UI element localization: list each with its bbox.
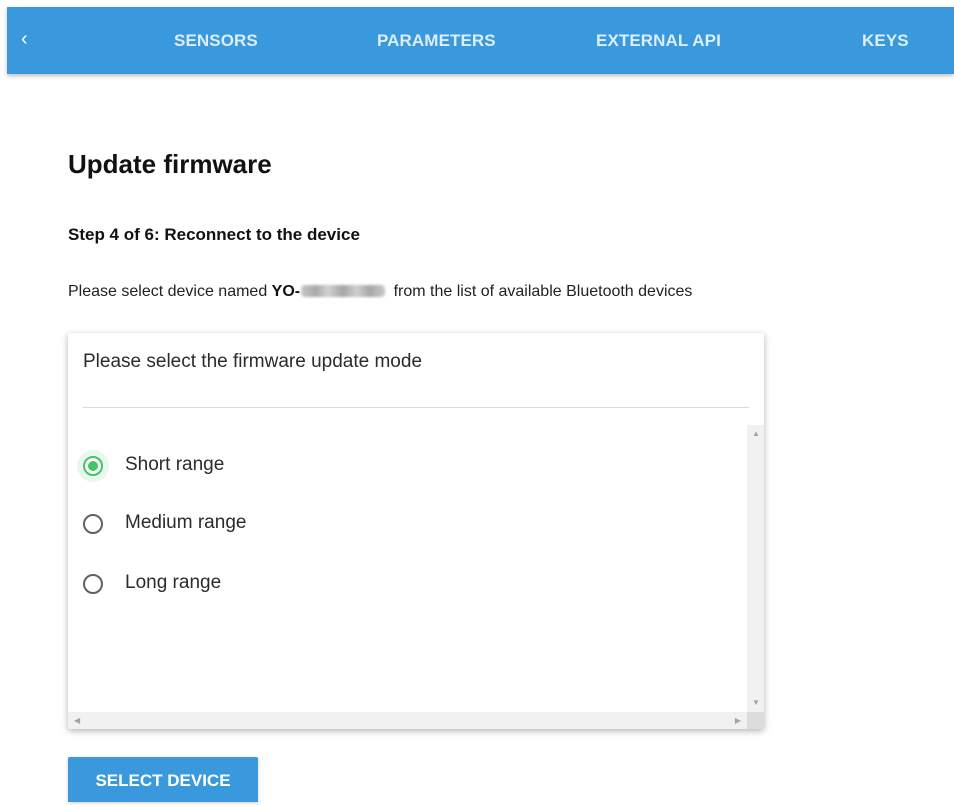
radio-label: Medium range (125, 512, 247, 533)
scroll-up-icon[interactable]: ▲ (752, 430, 760, 438)
tab-external-api[interactable]: EXTERNAL API (596, 7, 721, 74)
chevron-left-icon: ‹ (21, 28, 28, 50)
scroll-right-icon[interactable]: ▶ (735, 717, 741, 725)
instruction-prefix: Please select device named (68, 283, 272, 300)
radio-unselected-icon[interactable] (83, 574, 103, 594)
dialog-divider (82, 407, 749, 408)
select-device-button[interactable]: SELECT DEVICE (68, 757, 258, 802)
radio-label: Short range (125, 454, 225, 475)
horizontal-scrollbar[interactable]: ◀ ▶ (68, 712, 747, 729)
scroll-down-icon[interactable]: ▼ (752, 699, 760, 707)
tab-sensors[interactable]: SENSORS (174, 7, 258, 74)
top-navigation-bar: ‹ SENSORS PARAMETERS EXTERNAL API KEYS (7, 7, 954, 74)
scroll-left-icon[interactable]: ◀ (74, 717, 80, 725)
back-button[interactable]: ‹ (21, 27, 41, 51)
vertical-scrollbar[interactable]: ▲ ▼ (747, 425, 764, 712)
step-heading: Step 4 of 6: Reconnect to the device (68, 225, 360, 244)
firmware-mode-dialog: Please select the firmware update mode S… (68, 333, 764, 729)
instruction-suffix: from the list of available Bluetooth dev… (389, 283, 693, 300)
device-name-prefix: YO- (271, 283, 301, 300)
scrollbar-corner (747, 712, 764, 729)
radio-unselected-icon[interactable] (83, 514, 103, 534)
page-title: Update firmware (68, 149, 272, 179)
tab-parameters[interactable]: PARAMETERS (377, 7, 496, 74)
radio-selected-icon[interactable] (83, 456, 103, 476)
instruction-text: Please select device named YO- from the … (68, 283, 692, 301)
redacted-device-id (301, 285, 386, 297)
tab-keys[interactable]: KEYS (862, 7, 909, 74)
dialog-title: Please select the firmware update mode (83, 351, 423, 372)
radio-label: Long range (125, 572, 222, 593)
